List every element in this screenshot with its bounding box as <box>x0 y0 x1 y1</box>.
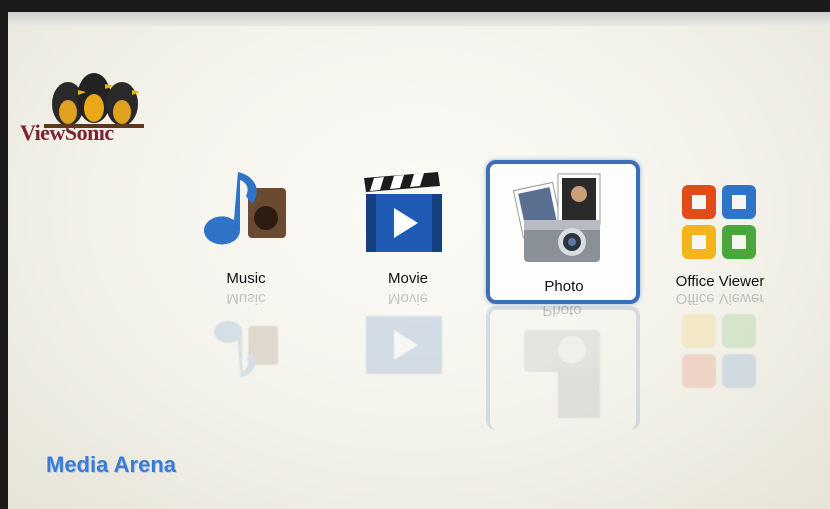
movie-label: Movie <box>387 270 428 287</box>
photo-reflection-icon <box>524 330 600 418</box>
movie-reflection-label: Movie <box>387 290 428 307</box>
menu-item-movie[interactable]: Movie <box>348 172 458 302</box>
top-bezel <box>8 12 830 26</box>
page-title: Media Arena <box>46 452 177 477</box>
office-reflection-label: Office Viewer <box>675 290 765 307</box>
menu-item-music[interactable]: Music <box>200 172 300 302</box>
brand-logo-text: ViewSonic <box>20 120 114 145</box>
music-label: Music <box>226 270 266 287</box>
photo-label: Photo <box>544 278 584 295</box>
screen: ViewSonic Music Movie Photo Office Viewe… <box>8 12 830 509</box>
menu-item-office-viewer[interactable]: Office Viewer <box>658 177 778 307</box>
office-reflection-icon <box>682 314 756 388</box>
camera-photos-icon <box>512 173 601 262</box>
office-viewer-label: Office Viewer <box>675 273 765 290</box>
movie-reflection-icon <box>366 316 442 374</box>
menu-item-photo[interactable]: Photo <box>486 160 638 302</box>
music-reflection-icon <box>214 320 278 378</box>
music-reflection-label: Music <box>226 290 266 307</box>
office-icon <box>682 185 756 259</box>
music-note-icon <box>204 172 286 245</box>
clapperboard-icon <box>364 172 442 252</box>
photo-reflection-label: Photo <box>542 302 582 319</box>
